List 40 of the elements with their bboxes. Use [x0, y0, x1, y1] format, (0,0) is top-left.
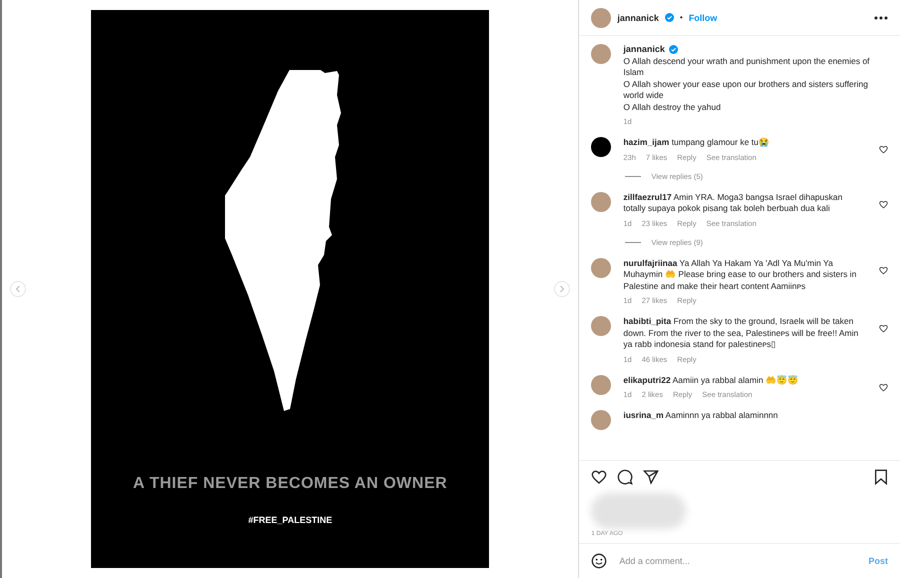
chevron-left-icon — [15, 285, 21, 293]
like-heart-icon[interactable] — [879, 145, 888, 154]
poster-hashtag: #FREE_PALESTINE — [248, 515, 332, 525]
separator-dot: • — [680, 13, 683, 22]
avatar-photo[interactable] — [591, 44, 612, 64]
comment-text: habibti_pita From the sky to the ground, Israelᵼɩ will be taken down. From the river to the sea, Palestineᴘs will be free!! Amin ya rabb indonesia stand for palestineᴘs▯ — [623, 316, 860, 350]
avatar-photo[interactable] — [591, 8, 612, 28]
like-heart-icon[interactable] — [879, 382, 888, 392]
emoji-smiley-icon[interactable] — [591, 553, 608, 569]
avatar-circle[interactable] — [591, 137, 612, 157]
comment-text: nurulfajriinaa Ya Allah Ya Hakam Ya 'Adl Ya Mu'min Ya Muhaymin 🤲 Please bring ease to our brothers and sisters in Palestine and make their heart content Aamiinᴘs — [623, 258, 858, 292]
comment-text: zillfaezrul17 Amin YRA. Moga3 bangsa Israel dihapuskan totally supaya pokok pisang tak boleh berbuah dua kali — [623, 192, 844, 214]
username[interactable]: jannanick — [623, 44, 665, 56]
send-plane-icon[interactable] — [643, 469, 660, 485]
chevron-right-icon — [559, 285, 566, 293]
avatar-photo[interactable] — [591, 192, 612, 212]
comment-text: iusrina_m Aaminnn ya rabbal alaminnnn — [623, 410, 779, 422]
avatar-photo[interactable] — [591, 258, 612, 278]
comment-bubble-icon[interactable] — [617, 469, 634, 485]
like-heart-icon[interactable] — [879, 324, 888, 333]
like-heart-icon[interactable] — [879, 200, 888, 208]
follow-button[interactable]: Follow — [688, 12, 718, 22]
poster-headline: A THIEF NEVER BECOMES AN OWNER — [133, 475, 448, 493]
caption-text: O Allah descend your wrath and punishment upon the enemies of Islam — [623, 56, 871, 78]
comment-text: hazim_ijam tumpang glamour ke tu😭 — [623, 137, 771, 148]
verified-badge-icon — [664, 13, 674, 22]
username[interactable]: jannanick — [617, 12, 659, 22]
caption-text: O Allah destroy the yahud — [623, 102, 722, 113]
post-button[interactable]: Post — [868, 556, 888, 566]
comment-text: elikaputri22 Aamiin ya rabbal alamin 🤲😇😇 — [623, 374, 800, 386]
comment-input[interactable]: Add a comment... — [617, 555, 858, 567]
verified-badge-icon — [668, 45, 678, 54]
like-heart-icon[interactable] — [591, 469, 608, 485]
avatar-photo[interactable] — [591, 374, 612, 394]
bookmark-icon[interactable] — [874, 469, 888, 485]
like-heart-icon[interactable] — [879, 266, 888, 274]
avatar-photo[interactable] — [591, 316, 612, 336]
avatar-photo[interactable] — [591, 410, 612, 430]
caption-text: O Allah shower your ease upon our brothers and sisters suffering world wide — [623, 78, 869, 102]
more-options-icon[interactable] — [874, 16, 888, 20]
